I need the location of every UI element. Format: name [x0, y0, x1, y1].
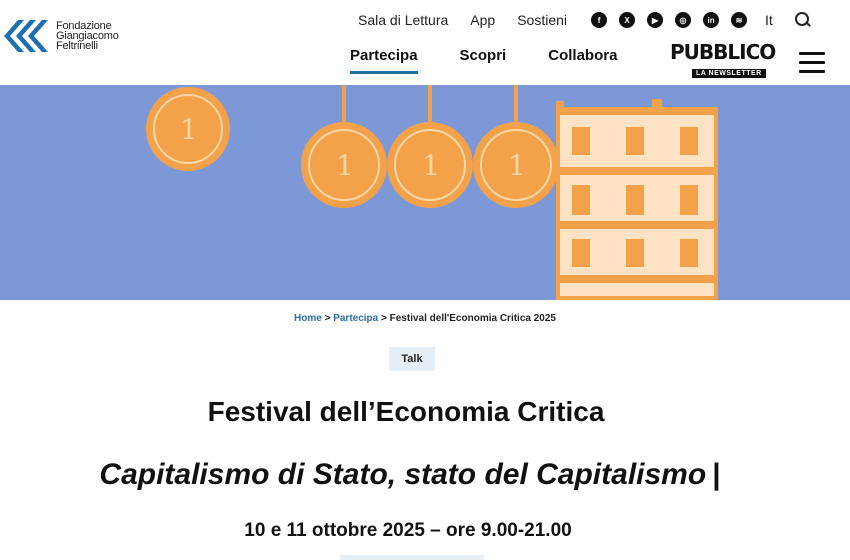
pubblico-subtitle: LA NEWSLETTER	[692, 69, 766, 78]
spotify-icon[interactable]: ≋	[731, 12, 748, 28]
coin-2: 1	[301, 122, 387, 208]
logo-text: Fondazione Giangiacomo Feltrinelli	[56, 21, 119, 52]
linkedin-icon[interactable]: in	[703, 12, 720, 28]
svg-text:1: 1	[180, 113, 198, 146]
site-logo[interactable]: Fondazione Giangiacomo Feltrinelli	[2, 14, 119, 58]
search-icon[interactable]	[794, 12, 811, 28]
breadcrumb-home[interactable]: Home	[294, 313, 322, 324]
event-subtitle: Capitalismo di Stato, stato del Capitali…	[0, 458, 820, 492]
breadcrumb-separator: >	[324, 313, 331, 324]
nav-scopri[interactable]: Scopri	[460, 47, 507, 74]
breadcrumb-current: Festival dell'Economia Critica 2025	[389, 313, 556, 324]
svg-text:1: 1	[422, 149, 440, 182]
coin-4: 1	[473, 122, 559, 208]
breadcrumb-separator: >	[381, 313, 387, 324]
svg-text:1: 1	[336, 149, 354, 182]
youtube-icon[interactable]: ▶	[647, 12, 664, 28]
event-title: Festival dell’Economia Critica	[207, 396, 605, 427]
feltrinelli-logo-icon	[4, 20, 48, 52]
social-links: f X ▶ ◎ in ≋	[591, 12, 759, 28]
x-icon[interactable]: X	[619, 12, 636, 28]
pubblico-newsletter-link[interactable]: PUBBLICO LA NEWSLETTER	[670, 40, 780, 78]
instagram-icon[interactable]: ◎	[675, 12, 692, 28]
event-subtitle-text: Capitalismo di Stato, stato del Capitali…	[99, 458, 707, 491]
breadcrumb: Home > Partecipa > Festival dell'Economi…	[0, 313, 850, 324]
register-button[interactable]	[340, 555, 484, 560]
topnav-sala-di-lettura[interactable]: Sala di Lettura	[358, 12, 448, 28]
hero-banner: 1 1 1 1	[0, 85, 850, 300]
logo-line-3: Feltrinelli	[56, 40, 98, 52]
breadcrumb-partecipa[interactable]: Partecipa	[333, 313, 378, 324]
nav-partecipa[interactable]: Partecipa	[350, 47, 418, 74]
building-illustration	[556, 99, 718, 300]
nav-collabora[interactable]: Collabora	[548, 47, 617, 74]
hero-illustration: 1 1 1 1	[146, 85, 718, 300]
svg-text:1: 1	[508, 149, 526, 182]
site-header: Fondazione Giangiacomo Feltrinelli Sala …	[0, 0, 850, 85]
top-nav: Sala di Lettura App Sostieni f X ▶ ◎ in …	[358, 12, 811, 28]
hamburger-menu-icon[interactable]	[799, 52, 825, 73]
event-type-badge[interactable]: Talk	[389, 347, 435, 371]
coin-3: 1	[387, 122, 473, 208]
coin-1: 1	[146, 87, 230, 171]
topnav-app[interactable]: App	[470, 12, 495, 28]
subtitle-bar: |	[712, 458, 721, 491]
main-nav: Partecipa Scopri Collabora	[350, 47, 659, 74]
event-date: 10 e 11 ottobre 2025 – ore 9.00-21.00	[244, 520, 572, 541]
language-switcher[interactable]: It	[765, 12, 773, 28]
pubblico-title: PUBBLICO	[670, 40, 776, 64]
facebook-icon[interactable]: f	[591, 12, 608, 28]
topnav-sostieni[interactable]: Sostieni	[517, 12, 567, 28]
